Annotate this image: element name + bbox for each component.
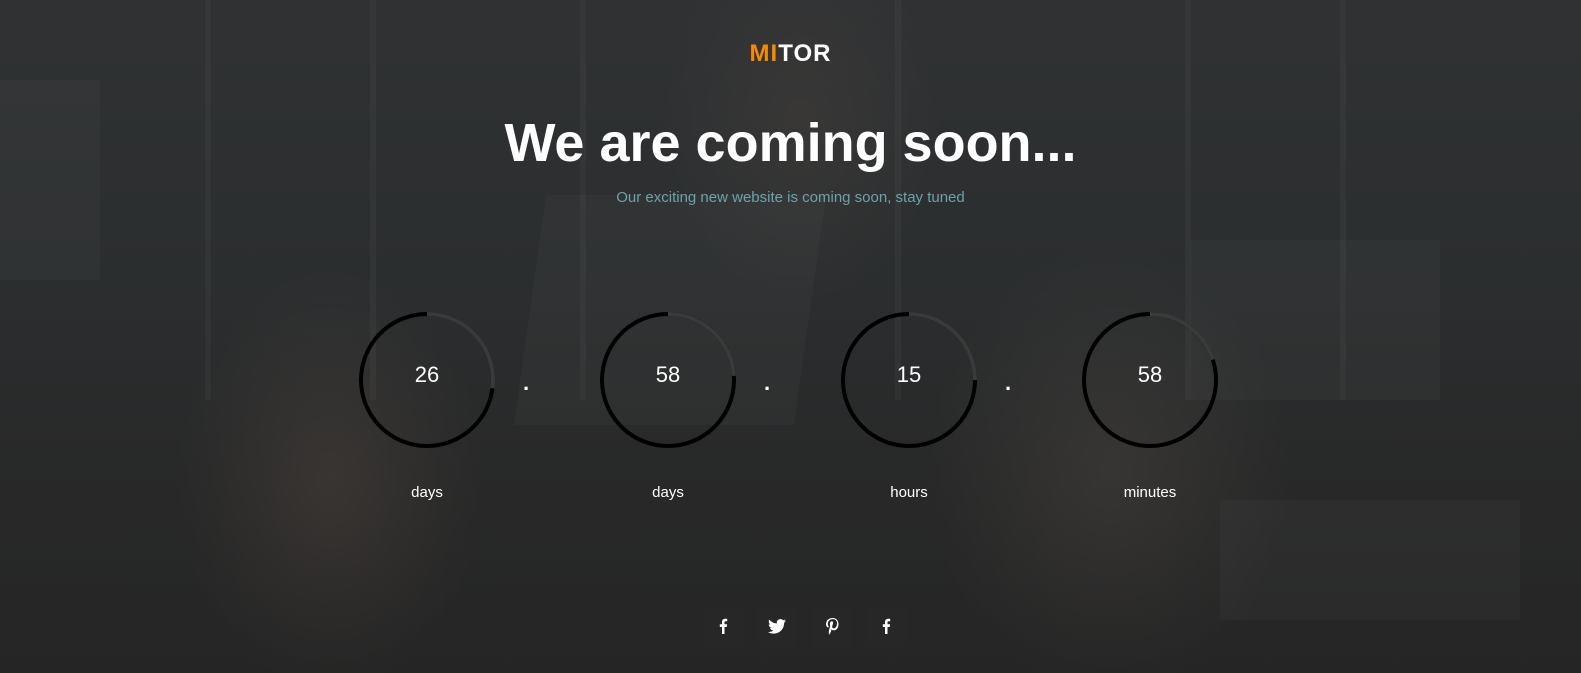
facebook-icon bbox=[882, 618, 891, 634]
pinterest-icon bbox=[825, 617, 838, 635]
pinterest-button[interactable] bbox=[812, 606, 852, 646]
page-title: We are coming soon... bbox=[504, 113, 1077, 173]
countdown-value: 58 bbox=[1137, 362, 1163, 387]
logo-rest: TOR bbox=[778, 40, 832, 67]
countdown-unit-hours: 15 hours bbox=[839, 310, 979, 510]
twitter-icon bbox=[768, 618, 786, 634]
facebook-button-2[interactable] bbox=[866, 606, 906, 646]
countdown-label: hours bbox=[890, 484, 928, 501]
logo-accent: MI bbox=[749, 40, 779, 67]
page-subtitle: Our exciting new website is coming soon,… bbox=[616, 189, 965, 206]
countdown-label: minutes bbox=[1123, 484, 1177, 501]
coming-soon-page: MITOR We are coming soon... Our exciting… bbox=[0, 0, 1581, 673]
countdown-separator: . bbox=[764, 370, 771, 395]
brand-logo[interactable]: MITOR bbox=[0, 40, 1581, 68]
countdown-unit-days: 26 days bbox=[357, 310, 497, 510]
countdown-label: days bbox=[652, 484, 684, 501]
facebook-button[interactable] bbox=[703, 606, 743, 646]
countdown-unit-days-2: 58 days bbox=[598, 310, 738, 510]
countdown-separator: . bbox=[523, 370, 530, 395]
countdown-value: 58 bbox=[655, 362, 681, 387]
countdown-unit-minutes: 58 minutes bbox=[1080, 310, 1220, 510]
twitter-button[interactable] bbox=[757, 606, 797, 646]
countdown-value: 15 bbox=[896, 362, 922, 387]
countdown-separator: . bbox=[1005, 370, 1012, 395]
countdown-value: 26 bbox=[414, 362, 440, 387]
countdown-label: days bbox=[411, 484, 443, 501]
facebook-icon bbox=[719, 618, 728, 634]
